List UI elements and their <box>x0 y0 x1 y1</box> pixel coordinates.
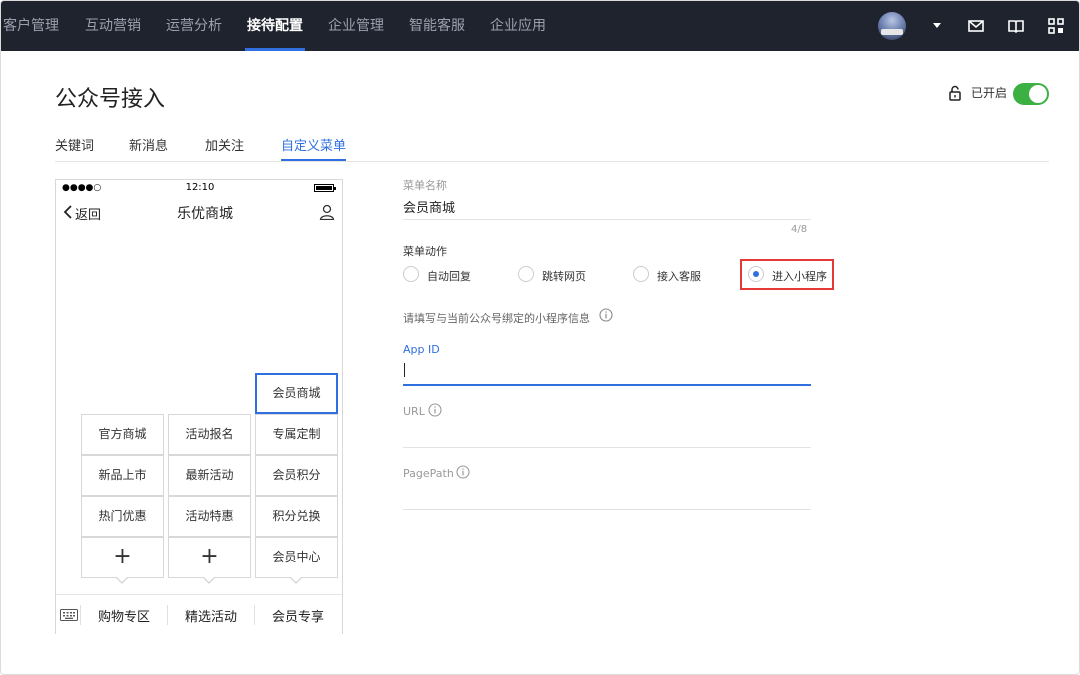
nav-item-smart-service[interactable]: 智能客服 <box>409 1 465 51</box>
nav-item-customer[interactable]: 客户管理 <box>3 1 59 51</box>
info-icon[interactable] <box>456 465 470 479</box>
menu-tab-events[interactable]: 精选活动 <box>168 606 254 625</box>
mail-icon[interactable] <box>967 17 985 35</box>
submenu-pointer <box>116 577 128 584</box>
nav-item-label: 接待配置 <box>247 18 303 34</box>
submenu-item[interactable]: 会员中心 <box>255 537 338 578</box>
user-icon[interactable] <box>319 204 335 220</box>
info-icon[interactable] <box>599 308 613 322</box>
app-window: 客户管理 互动营销 运营分析 接待配置 企业管理 智能客服 企业应用 公众号接入 <box>0 0 1080 675</box>
radio-label: 跳转网页 <box>542 270 586 283</box>
submenu-item[interactable]: 会员积分 <box>255 455 338 496</box>
mini-program-hint: 请填写与当前公众号绑定的小程序信息 <box>403 312 590 325</box>
url-label: URL <box>403 405 425 418</box>
nav-item-enterprise[interactable]: 企业管理 <box>328 1 384 51</box>
pagepath-label: PagePath <box>403 467 454 480</box>
phone-bottom-menu: 购物专区 精选活动 会员专享 <box>56 594 342 634</box>
submenu-pointer <box>203 577 215 584</box>
info-icon[interactable] <box>428 403 442 417</box>
submenu-item[interactable]: 官方商城 <box>81 414 164 455</box>
nav-item-analytics[interactable]: 运营分析 <box>166 1 222 51</box>
text-cursor <box>404 363 405 377</box>
appid-label: App ID <box>403 343 440 356</box>
page-title: 公众号接入 <box>55 87 166 112</box>
battery-icon <box>314 184 336 192</box>
phone-time: 12:10 <box>185 182 215 193</box>
menu-name-input[interactable]: 会员商城 <box>403 197 455 216</box>
add-submenu-button[interactable]: + <box>81 537 164 578</box>
radio-auto-reply[interactable] <box>403 266 419 282</box>
phone-title: 乐优商城 <box>177 206 233 222</box>
phone-preview: ●●●●○ 12:10 返回 乐优商城 会员商城 官方商城 新品上市 热门优惠 … <box>55 179 343 634</box>
enable-toggle[interactable] <box>1013 83 1049 105</box>
submenu-item[interactable]: 活动特惠 <box>168 496 251 537</box>
submenu-item-selected[interactable]: 会员商城 <box>255 373 338 414</box>
avatar[interactable] <box>878 12 906 40</box>
submenu-item[interactable]: 最新活动 <box>168 455 251 496</box>
menu-action-label: 菜单动作 <box>403 245 447 258</box>
tab-custom-menu[interactable]: 自定义菜单 <box>281 139 346 155</box>
char-counter: 4/8 <box>791 224 808 235</box>
submenu-item[interactable]: 新品上市 <box>81 455 164 496</box>
tabs-divider <box>55 161 1049 162</box>
radio-customer-service[interactable] <box>633 266 649 282</box>
submenu-item[interactable]: 积分兑换 <box>255 496 338 537</box>
submenu-pointer <box>290 577 302 584</box>
tab-keywords[interactable]: 关键词 <box>55 139 94 155</box>
tab-active-indicator <box>281 159 346 161</box>
annotation-highlight-box <box>740 259 834 290</box>
submenu-item[interactable]: 热门优惠 <box>81 496 164 537</box>
appid-input-underline <box>403 384 811 386</box>
radio-label: 自动回复 <box>427 270 471 283</box>
top-nav: 客户管理 互动营销 运营分析 接待配置 企业管理 智能客服 企业应用 <box>1 1 1079 51</box>
nav-item-reception-config[interactable]: 接待配置 <box>245 1 305 51</box>
radio-redirect-web[interactable] <box>518 266 534 282</box>
menu-tab-shopping[interactable]: 购物专区 <box>81 606 167 625</box>
tab-new-message[interactable]: 新消息 <box>129 139 168 155</box>
menu-name-label: 菜单名称 <box>403 179 447 192</box>
submenu-item[interactable]: 活动报名 <box>168 414 251 455</box>
url-underline <box>403 447 811 448</box>
apps-grid-icon[interactable] <box>1047 17 1065 35</box>
radio-label: 接入客服 <box>657 270 701 283</box>
add-submenu-button[interactable]: + <box>168 537 251 578</box>
chevron-down-icon[interactable] <box>933 23 941 28</box>
menu-tab-member[interactable]: 会员专享 <box>255 606 341 625</box>
nav-active-indicator <box>245 48 305 51</box>
submenu-item[interactable]: 专属定制 <box>255 414 338 455</box>
keyboard-icon[interactable] <box>60 609 78 621</box>
tab-follow[interactable]: 加关注 <box>205 139 244 155</box>
status-label: 已开启 <box>971 86 1008 100</box>
pagepath-underline <box>403 509 811 510</box>
book-icon[interactable] <box>1007 17 1025 35</box>
unlock-icon <box>949 85 961 101</box>
nav-item-enterprise-apps[interactable]: 企业应用 <box>490 1 546 51</box>
menu-name-underline <box>403 219 811 220</box>
nav-item-marketing[interactable]: 互动营销 <box>85 1 141 51</box>
